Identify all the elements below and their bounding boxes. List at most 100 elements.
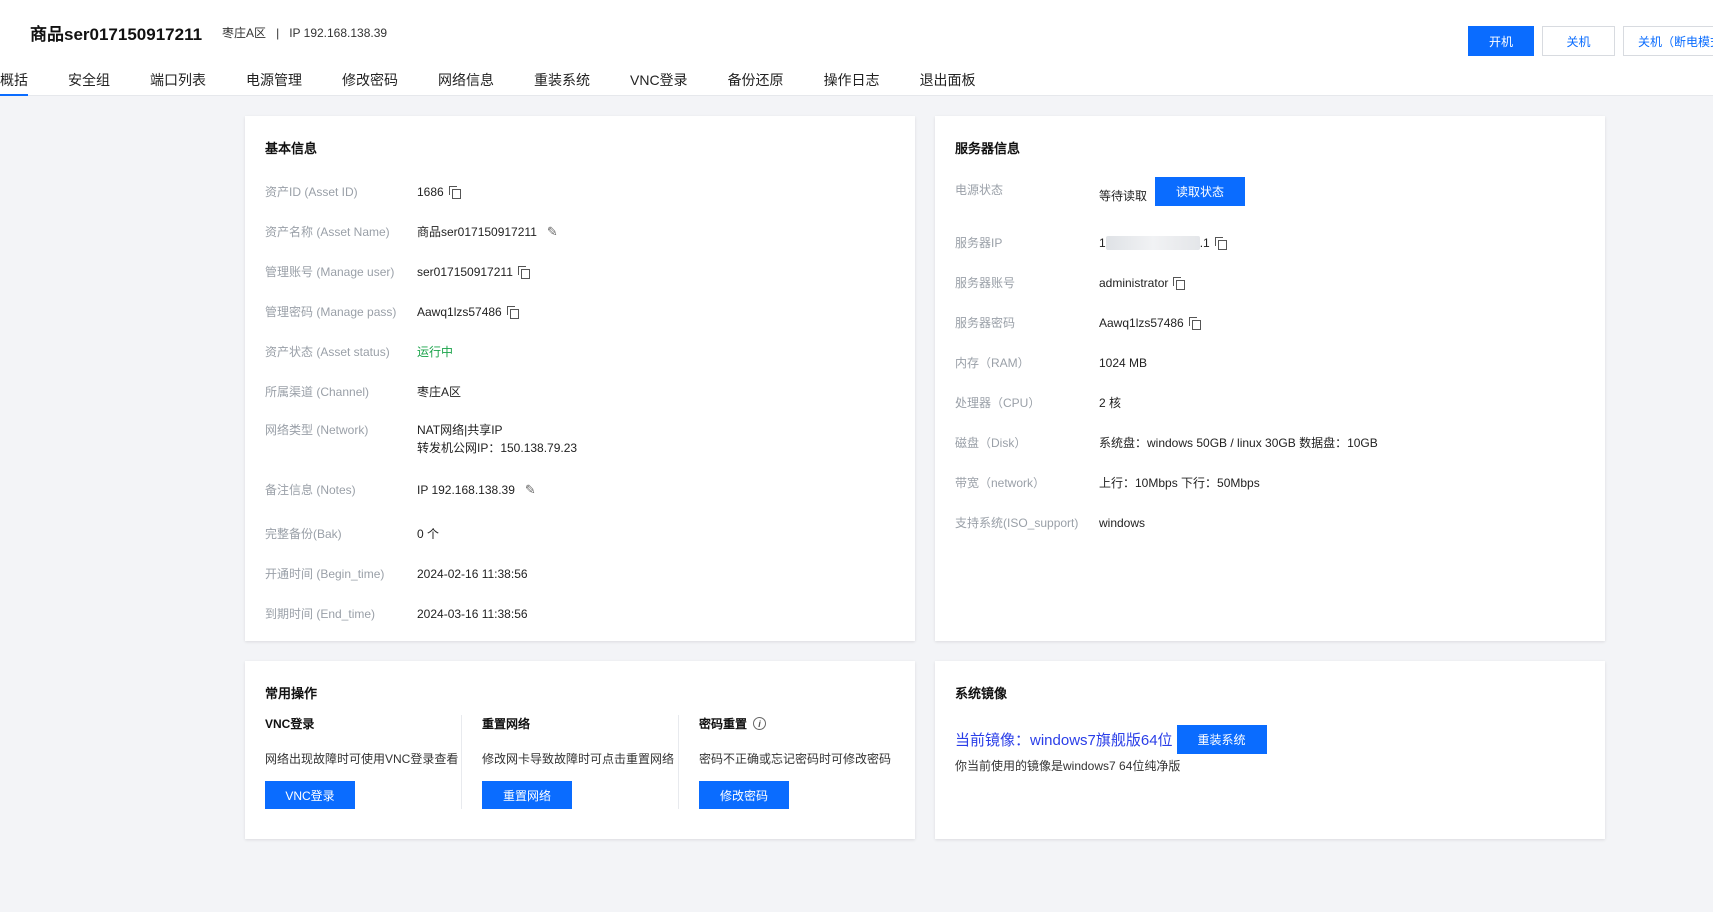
server-account-value: administrator <box>1099 275 1169 290</box>
server-info-title: 服务器信息 <box>955 141 1021 156</box>
tab-reinstall-system[interactable]: 重装系统 <box>534 70 590 96</box>
ram-value: 1024 MB <box>1099 355 1148 370</box>
reinstall-system-button[interactable]: 重装系统 <box>1176 725 1267 754</box>
channel-value: 枣庄A区 <box>417 385 462 399</box>
change-password-button[interactable]: 修改密码 <box>699 781 789 809</box>
info-row: 备注信息 (Notes) IP 192.168.138.39 ✎ <box>265 481 536 498</box>
notes-value: IP 192.168.138.39 <box>417 482 515 497</box>
copy-icon[interactable] <box>1214 236 1227 250</box>
current-image-row: 当前镜像：windows7旗舰版64位 重装系统 <box>955 725 1267 754</box>
copy-icon[interactable] <box>506 305 519 319</box>
tab-overview[interactable]: 概括 <box>0 70 28 96</box>
info-label: 带宽（network） <box>955 476 1046 490</box>
read-status-button[interactable]: 读取状态 <box>1155 177 1246 206</box>
basic-info-card: 基本信息 资产ID (Asset ID) 1686 资产名称 (Asset Na… <box>245 116 915 641</box>
power-off-hard-button[interactable]: 关机（断电模式） <box>1623 26 1713 56</box>
info-label: 处理器（CPU） <box>955 396 1041 410</box>
info-row: 资产名称 (Asset Name) 商品ser017150917211 ✎ <box>265 223 558 240</box>
op-divider <box>678 715 679 809</box>
ip-label: IP 192.168.138.39 <box>289 25 388 40</box>
power-status: 等待读取 读取状态 <box>1099 177 1246 206</box>
info-label: 电源状态 <box>955 183 1004 197</box>
server-password-value: Aawq1lzs57486 <box>1099 315 1184 330</box>
info-label: 资产名称 (Asset Name) <box>265 225 390 239</box>
op-reset-network: 重置网络 修改网卡导致故障时可点击重置网络 重置网络 <box>482 715 674 809</box>
power-status-value: 等待读取 <box>1099 189 1148 203</box>
info-value: Aawq1lzs57486 <box>417 303 519 320</box>
info-row: 服务器账号 administrator <box>955 274 1186 291</box>
info-row: 带宽（network） 上行：10Mbps 下行：50Mbps <box>955 474 1260 491</box>
copy-icon[interactable] <box>1188 316 1201 330</box>
copy-icon[interactable] <box>448 185 461 199</box>
op-reset-password: 密码重置 i 密码不正确或忘记密码时可修改密码 修改密码 <box>699 715 891 809</box>
network-value: NAT网络|共享IP 转发机公网IP：150.138.79.23 <box>417 421 577 457</box>
network-type: NAT网络|共享IP <box>417 423 503 437</box>
info-value: 1686 <box>417 183 461 200</box>
tab-network-info[interactable]: 网络信息 <box>438 70 494 96</box>
power-on-button[interactable]: 开机 <box>1468 26 1534 56</box>
tab-exit-panel[interactable]: 退出面板 <box>920 70 976 96</box>
info-value: IP 192.168.138.39 ✎ <box>417 481 536 498</box>
op-title-row: 密码重置 i <box>699 715 891 732</box>
info-row: 到期时间 (End_time) 2024-03-16 11:38:56 <box>265 605 528 622</box>
common-ops-title: 常用操作 <box>265 686 318 701</box>
vnc-login-button[interactable]: VNC登录 <box>265 781 355 809</box>
server-ip-prefix: 1 <box>1099 235 1106 250</box>
info-value: administrator <box>1099 274 1186 291</box>
info-row: 开通时间 (Begin_time) 2024-02-16 11:38:56 <box>265 565 528 582</box>
info-row: 资产ID (Asset ID) 1686 <box>265 183 461 200</box>
info-value: 商品ser017150917211 ✎ <box>417 223 558 240</box>
title-row: 商品ser017150917211 枣庄A区 | IP 192.168.138.… <box>30 20 387 45</box>
edit-icon[interactable]: ✎ <box>547 224 558 240</box>
region-label: 枣庄A区 <box>222 26 267 40</box>
server-ip-suffix: .1 <box>1199 235 1210 250</box>
info-row: 所属渠道 (Channel) 枣庄A区 <box>265 383 461 400</box>
system-image-card: 系统镜像 当前镜像：windows7旗舰版64位 重装系统 你当前使用的镜像是w… <box>935 661 1605 839</box>
info-icon[interactable]: i <box>753 717 767 730</box>
server-info-card: 服务器信息 电源状态 等待读取 读取状态 服务器IP 1 .1 服务器账号 ad… <box>935 116 1605 641</box>
page-title: 商品ser017150917211 <box>30 25 203 44</box>
info-label: 所属渠道 (Channel) <box>265 385 370 399</box>
cpu-value: 2 核 <box>1099 396 1122 410</box>
power-off-button[interactable]: 关机 <box>1542 26 1615 56</box>
begin-time-value: 2024-02-16 11:38:56 <box>417 566 528 581</box>
info-label: 完整备份(Bak) <box>265 527 342 541</box>
edit-icon[interactable]: ✎ <box>525 482 536 498</box>
op-title: VNC登录 <box>265 717 315 731</box>
manage-pass-value: Aawq1lzs57486 <box>417 304 502 319</box>
basic-info-title: 基本信息 <box>265 141 318 156</box>
tab-power-management[interactable]: 电源管理 <box>246 70 302 96</box>
tab-security-group[interactable]: 安全组 <box>68 70 110 96</box>
tab-bar: 概括 安全组 端口列表 电源管理 修改密码 网络信息 重装系统 VNC登录 备份… <box>0 70 1016 96</box>
tab-operation-log[interactable]: 操作日志 <box>824 70 880 96</box>
info-label: 资产状态 (Asset status) <box>265 345 390 359</box>
tab-backup-restore[interactable]: 备份还原 <box>728 70 784 96</box>
top-bar: 商品ser017150917211 枣庄A区 | IP 192.168.138.… <box>0 0 1713 96</box>
tab-change-password[interactable]: 修改密码 <box>342 70 398 96</box>
op-title: 重置网络 <box>482 717 531 731</box>
info-row: 网络类型 (Network) NAT网络|共享IP 转发机公网IP：150.13… <box>265 421 577 457</box>
iso-support-value: windows <box>1099 515 1146 530</box>
manage-user-value: ser017150917211 <box>417 264 513 279</box>
info-label: 管理账号 (Manage user) <box>265 265 395 279</box>
copy-icon[interactable] <box>517 265 530 279</box>
copy-icon[interactable] <box>1173 276 1186 290</box>
tab-port-list[interactable]: 端口列表 <box>150 70 206 96</box>
info-row: 管理密码 (Manage pass) Aawq1lzs57486 <box>265 303 519 320</box>
info-label: 备注信息 (Notes) <box>265 483 356 497</box>
bandwidth-value: 上行：10Mbps 下行：50Mbps <box>1099 476 1260 490</box>
info-row: 服务器IP 1 .1 <box>955 234 1227 251</box>
info-row: 内存（RAM） 1024 MB <box>955 354 1147 371</box>
info-label: 管理密码 (Manage pass) <box>265 305 397 319</box>
server-ip-value: 1 .1 <box>1099 234 1227 251</box>
reset-network-button[interactable]: 重置网络 <box>482 781 572 809</box>
op-desc: 密码不正确或忘记密码时可修改密码 <box>699 752 892 766</box>
info-label: 内存（RAM） <box>955 356 1030 370</box>
info-row: 服务器密码 Aawq1lzs57486 <box>955 314 1201 331</box>
op-desc: 修改网卡导致故障时可点击重置网络 <box>482 752 675 766</box>
info-label: 支持系统(ISO_support) <box>955 516 1079 530</box>
info-row: 资产状态 (Asset status) 运行中 <box>265 343 453 360</box>
current-image: 当前镜像：windows7旗舰版64位 <box>955 732 1173 749</box>
tab-vnc-login[interactable]: VNC登录 <box>630 70 688 96</box>
op-title: 密码重置 <box>699 717 748 731</box>
